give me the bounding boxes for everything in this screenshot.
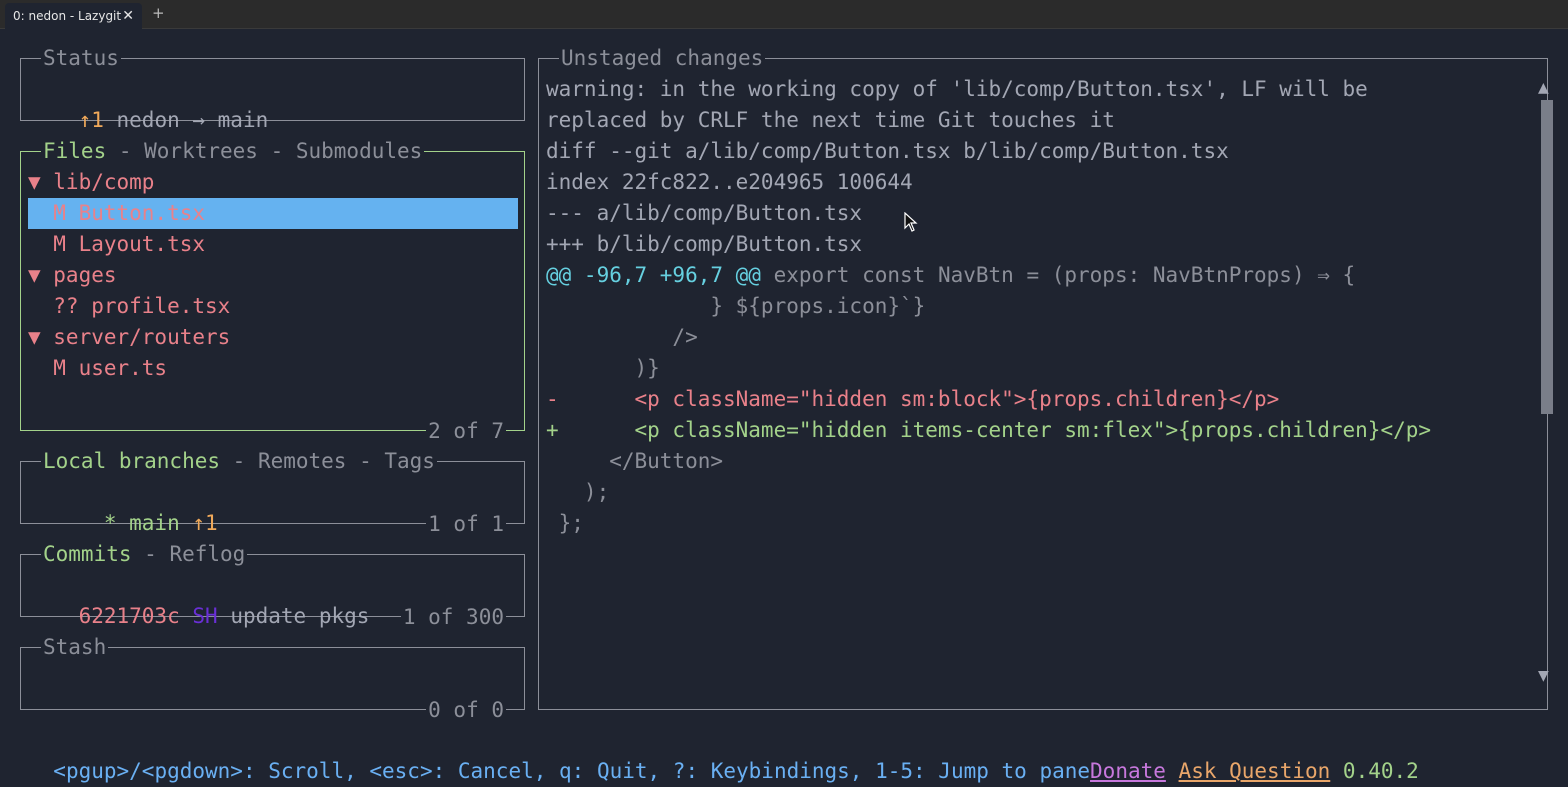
stash-count: 0 of 0 — [426, 695, 506, 725]
files-pane-title: Files - Worktrees - Submodules — [41, 136, 425, 166]
diff-line-header: diff --git a/lib/comp/Button.tsx b/lib/c… — [546, 139, 1229, 163]
diff-line-context: /> — [546, 325, 698, 349]
tab-commits[interactable]: Commits — [43, 542, 132, 566]
commit-author: SH — [192, 604, 218, 628]
scroll-down-icon[interactable]: ▼ — [1538, 668, 1549, 684]
diff-line-header: +++ b/lib/comp/Button.tsx — [546, 232, 863, 256]
scrollbar-thumb[interactable] — [1541, 100, 1553, 414]
status-pane-title: Status — [41, 43, 121, 73]
ask-question-link[interactable]: Ask Question — [1179, 759, 1331, 783]
tab-local-branches[interactable]: Local branches — [43, 449, 220, 473]
diff-line-meta: replaced by CRLF the next time Git touch… — [546, 108, 1115, 132]
diff-line-meta: warning: in the working copy of 'lib/com… — [546, 77, 1368, 101]
status-line: ↑1 nedon → main — [28, 74, 269, 132]
diff-pane-title: Unstaged changes — [559, 43, 766, 73]
terminal-tab[interactable]: 0: nedon - Lazygit ✕ — [5, 3, 142, 29]
file-tree-item[interactable]: M Button.tsx — [28, 198, 205, 229]
diff-pane[interactable]: Unstaged changes warning: in the working… — [538, 43, 1548, 710]
commit-message: update pkgs — [230, 604, 370, 628]
tab-title: 0: nedon - Lazygit — [13, 9, 122, 23]
diff-line-context: } ${props.icon}`} — [546, 294, 926, 318]
commits-pane[interactable]: Commits - Reflog 6221703c SH update pkgs… — [20, 539, 525, 632]
diff-line-context: )} — [546, 356, 660, 380]
diff-line-hunk: @@ -96,7 +96,7 @@ export const NavBtn = … — [546, 260, 1355, 291]
branch-ahead: ↑1 — [192, 511, 218, 535]
diff-line-header: --- a/lib/comp/Button.tsx — [546, 201, 863, 225]
diff-line-removed: - <p className="hidden sm:block">{props.… — [546, 387, 1280, 411]
version-label: 0.40.2 — [1342, 759, 1419, 783]
donate-link[interactable]: Donate — [1090, 759, 1166, 783]
branches-pane-title: Local branches - Remotes - Tags — [41, 446, 437, 476]
file-tree-directory[interactable]: ▼ lib/comp — [28, 167, 154, 198]
new-tab-icon[interactable]: + — [152, 4, 165, 22]
file-tree-item[interactable]: M user.ts — [28, 353, 167, 384]
tab-bar: 0: nedon - Lazygit ✕ + — [0, 0, 1568, 29]
diff-line-context: </Button> — [546, 449, 724, 473]
tab-worktrees-submodules[interactable]: - Worktrees - Submodules — [106, 139, 422, 163]
hunk-context: export const NavBtn = (props: NavBtnProp… — [760, 263, 1356, 287]
commit-row[interactable]: 6221703c SH update pkgs — [28, 570, 370, 628]
commits-count: 1 of 300 — [400, 602, 506, 632]
keybinding-hints: <pgup>/<pgdown>: Scroll, <esc>: Cancel, … — [53, 759, 1091, 783]
diff-line-added: + <p className="hidden items-center sm:f… — [546, 418, 1432, 442]
tab-reflog[interactable]: - Reflog — [132, 542, 245, 566]
tab-files[interactable]: Files — [43, 139, 106, 163]
close-icon[interactable]: ✕ — [122, 3, 134, 29]
branches-pane[interactable]: Local branches - Remotes - Tags * main ↑… — [20, 446, 525, 539]
commits-pane-title: Commits - Reflog — [41, 539, 248, 569]
diff-line-context: }; — [546, 511, 584, 535]
stash-pane-title: Stash — [41, 632, 109, 662]
mouse-cursor-icon — [904, 212, 918, 232]
files-pane[interactable]: Files - Worktrees - Submodules ▼ lib/com… — [20, 136, 525, 446]
files-count: 2 of 7 — [426, 416, 506, 446]
stash-pane[interactable]: Stash 0 of 0 — [20, 632, 525, 725]
file-tree-directory[interactable]: ▼ pages — [28, 260, 117, 291]
file-tree-directory[interactable]: ▼ server/routers — [28, 322, 230, 353]
file-tree-item[interactable]: M Layout.tsx — [28, 229, 205, 260]
ahead-count: ↑1 — [78, 108, 104, 132]
commit-hash: 6221703c — [78, 604, 180, 628]
branch-name: * main — [78, 511, 193, 535]
repo-branch: nedon → main — [103, 108, 269, 132]
diff-line-context: ); — [546, 480, 610, 504]
branches-count: 1 of 1 — [426, 509, 506, 539]
hunk-header: @@ -96,7 +96,7 @@ — [546, 263, 761, 287]
scroll-up-icon[interactable]: ▲ — [1538, 80, 1549, 96]
keybinding-bar: <pgup>/<pgdown>: Scroll, <esc>: Cancel, … — [28, 725, 1418, 783]
file-tree-item[interactable]: ?? profile.tsx — [28, 291, 230, 322]
status-pane[interactable]: Status ↑1 nedon → main — [20, 43, 525, 132]
tab-remotes-tags[interactable]: - Remotes - Tags — [220, 449, 435, 473]
branch-row[interactable]: * main ↑1 — [28, 477, 218, 535]
diff-line-header: index 22fc822..e204965 100644 — [546, 170, 913, 194]
